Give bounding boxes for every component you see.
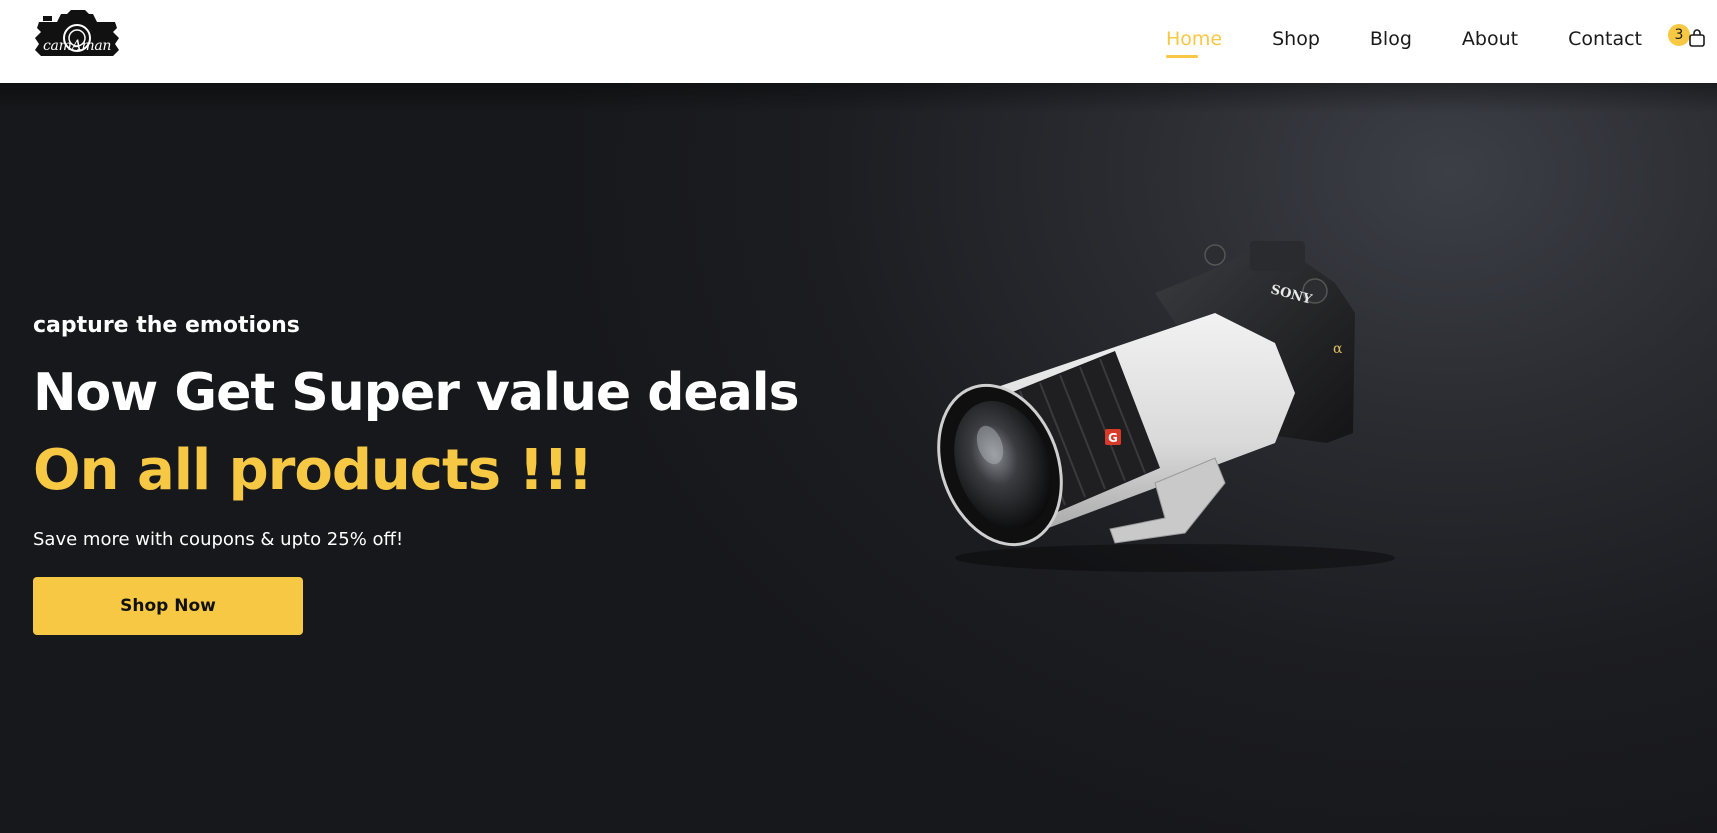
hero-headline-accent: On all products !!! xyxy=(33,438,593,503)
shop-now-button[interactable]: Shop Now xyxy=(33,577,303,635)
nav-shop[interactable]: Shop xyxy=(1272,28,1320,50)
nav-about[interactable]: About xyxy=(1462,28,1518,50)
svg-text:α: α xyxy=(1333,341,1343,357)
main-nav: Home Shop Blog About Contact xyxy=(1165,0,1642,78)
brand-logo[interactable]: camAman xyxy=(33,8,121,62)
logo-text: camAman xyxy=(43,38,112,54)
camera-product-image: SONY α G xyxy=(937,241,1395,572)
hero-headline: Now Get Super value deals xyxy=(33,363,800,423)
hero-top-shadow xyxy=(0,83,1717,113)
site-header: camAman Home Shop Blog About Contact 3 xyxy=(0,0,1717,83)
hero-subtext: Save more with coupons & upto 25% off! xyxy=(33,529,404,550)
nav-home[interactable]: Home xyxy=(1165,28,1222,58)
nav-contact[interactable]: Contact xyxy=(1568,28,1642,50)
shopping-bag-icon xyxy=(1689,29,1705,47)
cart-button[interactable]: 3 xyxy=(1668,22,1708,56)
hero-tagline: capture the emotions xyxy=(33,313,300,338)
cart-count-badge: 3 xyxy=(1668,24,1690,46)
hero-banner: capture the emotions Now Get Super value… xyxy=(0,83,1717,833)
nav-blog[interactable]: Blog xyxy=(1370,28,1412,50)
svg-text:G: G xyxy=(1108,431,1118,445)
